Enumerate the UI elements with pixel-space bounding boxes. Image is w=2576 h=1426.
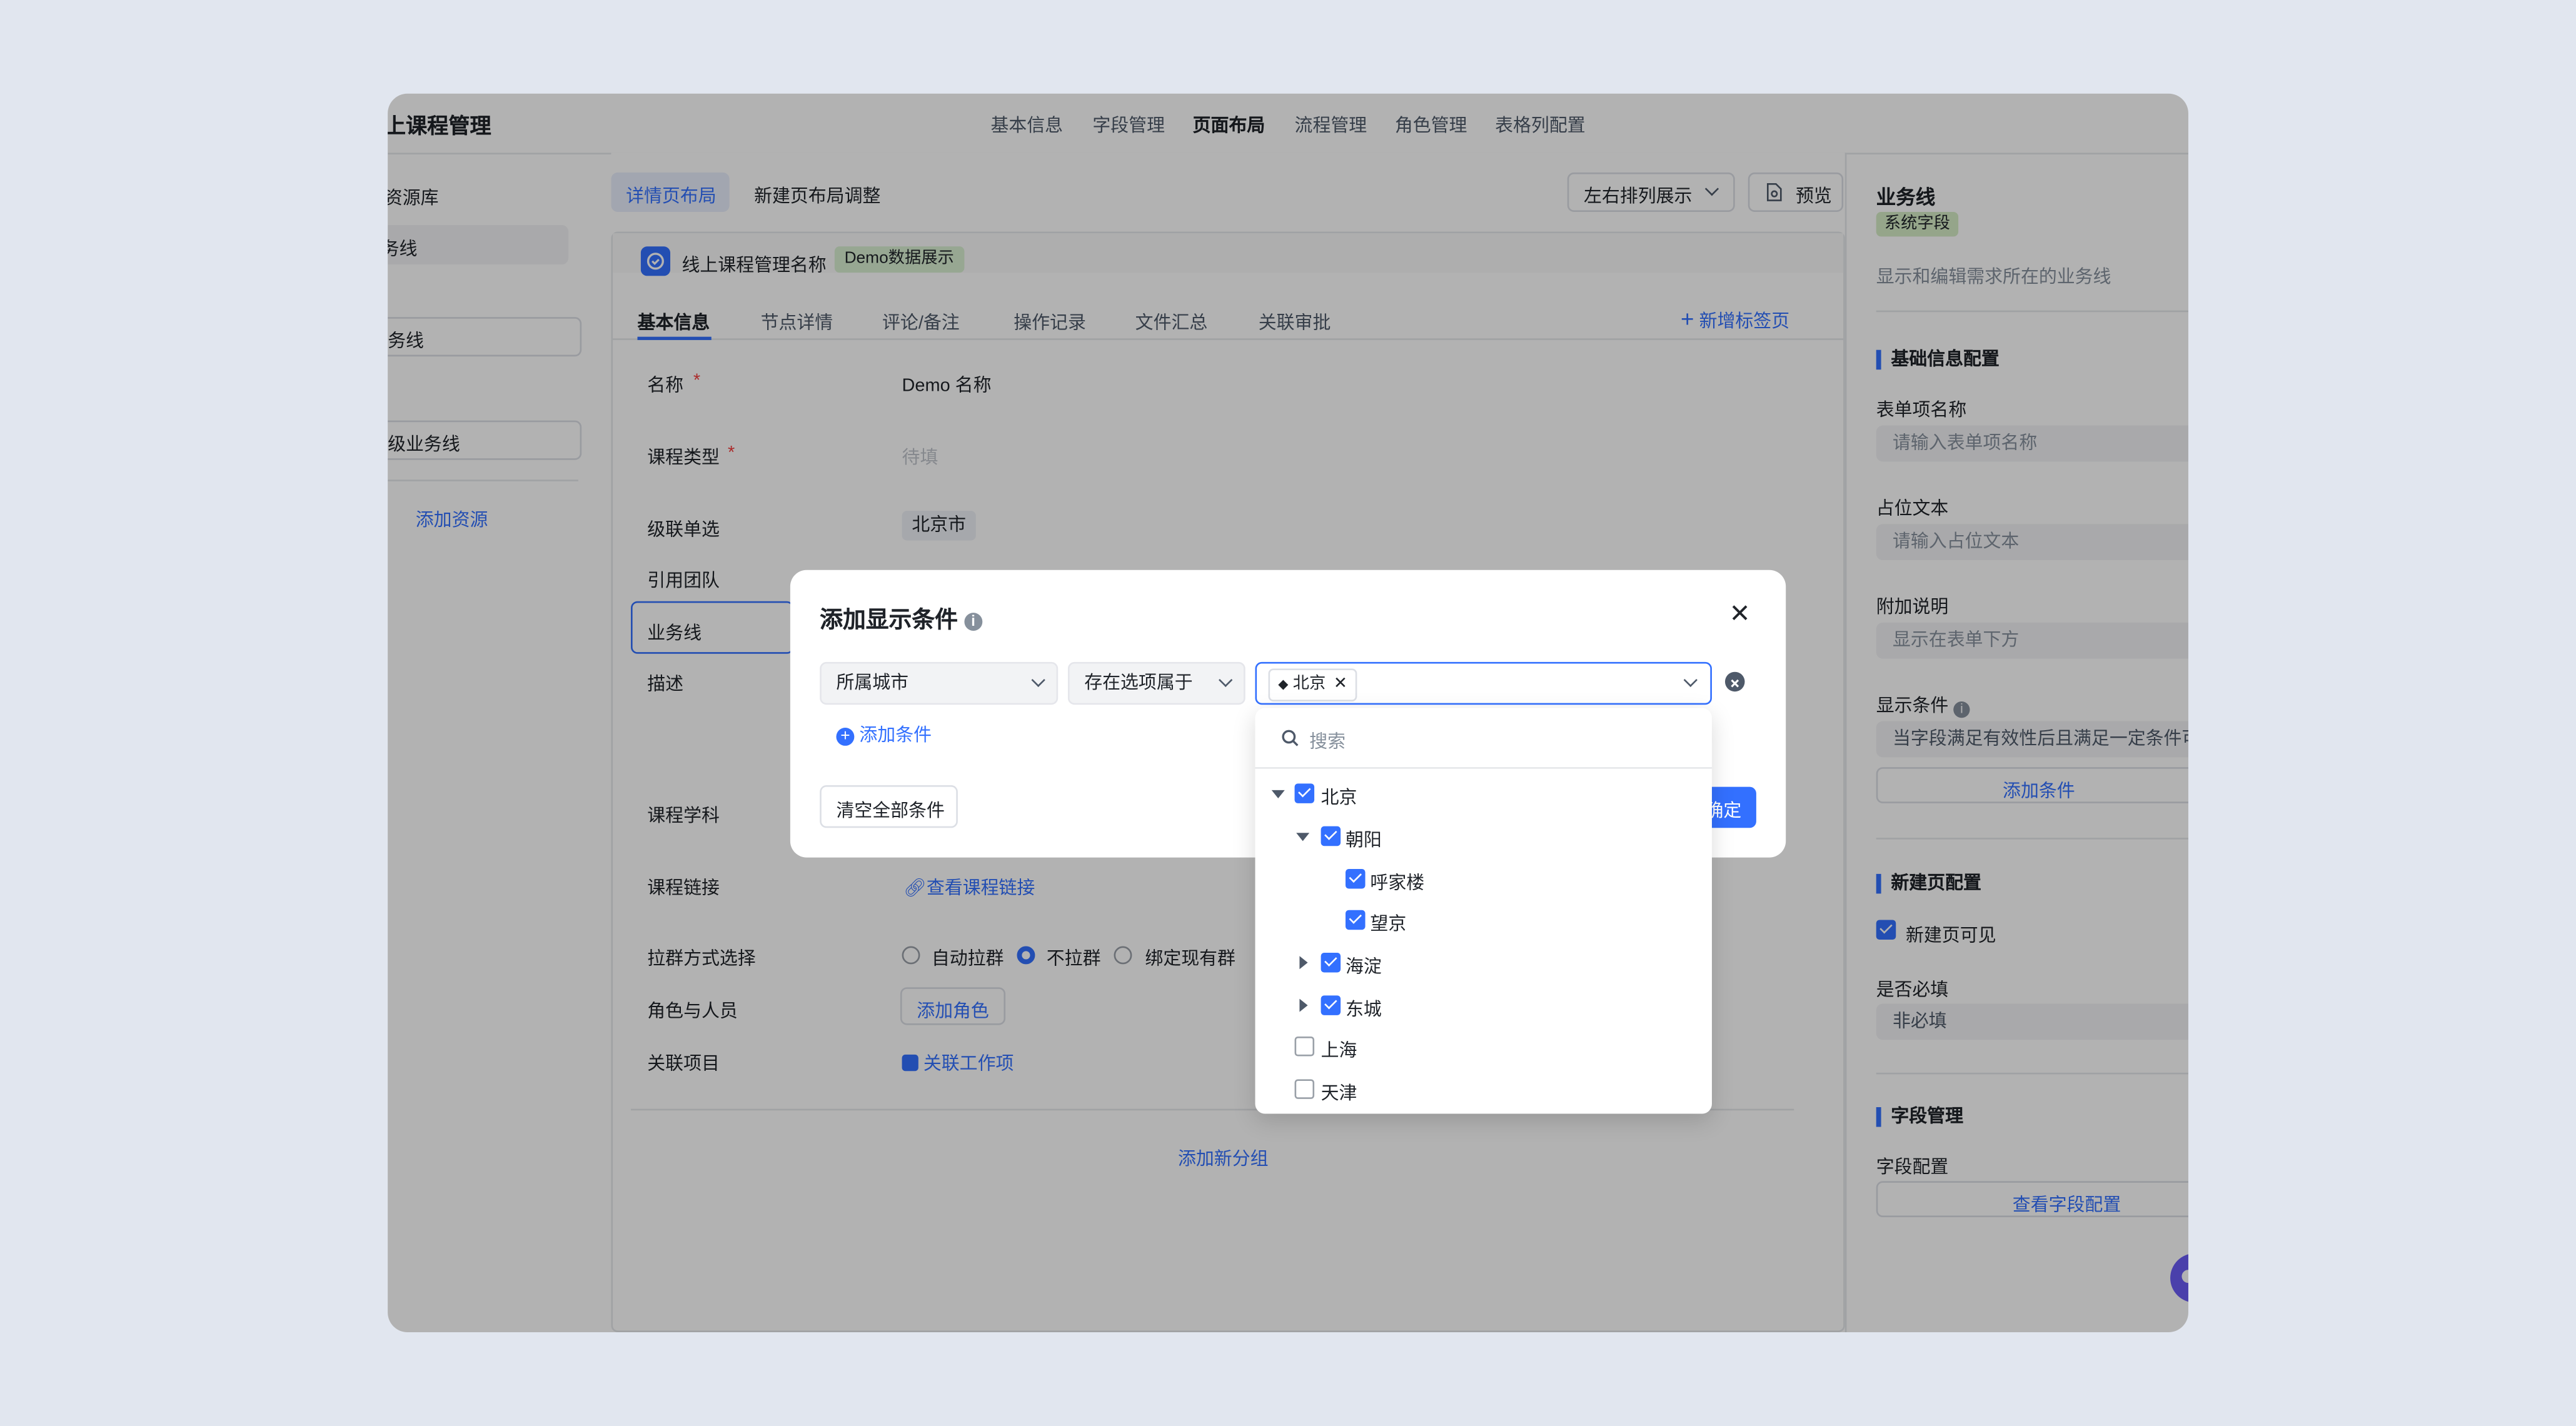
tree-node-checkbox[interactable]: [1294, 1079, 1315, 1099]
field-select-value: 所属城市: [836, 673, 909, 693]
expand-caret-icon[interactable]: [1299, 998, 1308, 1012]
chevron-down-icon: [1031, 673, 1045, 687]
modal-title: 添加显示条件 i: [820, 603, 983, 636]
operator-select-value: 存在选项属于: [1084, 673, 1193, 693]
tag-remove-icon[interactable]: ✕: [1334, 675, 1347, 693]
expand-caret-icon[interactable]: [1299, 956, 1308, 970]
field-select[interactable]: 所属城市: [820, 661, 1059, 705]
chevron-down-icon: [1219, 673, 1233, 687]
chevron-down-icon: [1683, 673, 1698, 687]
tree-node-checkbox[interactable]: [1321, 826, 1341, 846]
selected-tag: ◆ 北京 ✕: [1268, 668, 1357, 701]
collapse-caret-icon[interactable]: [1271, 790, 1285, 799]
collapse-caret-icon[interactable]: [1296, 833, 1310, 841]
plus-circle-icon: +: [836, 728, 855, 746]
tree-node-checkbox[interactable]: [1294, 783, 1315, 803]
divider: [1255, 767, 1712, 769]
search-icon: [1282, 730, 1299, 746]
value-multiselect[interactable]: ◆ 北京 ✕: [1255, 661, 1712, 705]
tree-node-hujialou[interactable]: 呼家楼: [1370, 869, 1424, 895]
tag-icon: ◆: [1278, 676, 1289, 692]
tree-node-chaoyang[interactable]: 朝阳: [1346, 826, 1382, 853]
modal-title-text: 添加显示条件: [820, 606, 958, 633]
tree-node-beijing[interactable]: 北京: [1321, 783, 1357, 810]
tree-node-checkbox[interactable]: [1321, 995, 1341, 1015]
tree-node-checkbox[interactable]: [1294, 1037, 1315, 1057]
selected-tag-label: 北京: [1292, 675, 1326, 693]
remove-condition-icon[interactable]: [1724, 671, 1745, 692]
tree-search-input[interactable]: 搜索: [1309, 728, 1346, 754]
tree-node-checkbox[interactable]: [1346, 869, 1366, 889]
add-condition-label: 添加条件: [859, 726, 932, 746]
clear-all-label: 清空全部条件: [836, 801, 945, 821]
tree-node-checkbox[interactable]: [1321, 953, 1341, 973]
add-condition-link[interactable]: + 添加条件: [836, 721, 932, 748]
tree-node-haidian[interactable]: 海淀: [1346, 953, 1382, 979]
tree-node-dongcheng[interactable]: 东城: [1346, 995, 1382, 1022]
close-icon[interactable]: [1728, 601, 1751, 625]
tree-select-dropdown: 搜索 北京 朝阳 呼家楼 望京 海淀 东城 上海 天津: [1255, 708, 1712, 1114]
tree-node-tianjin[interactable]: 天津: [1321, 1079, 1357, 1105]
tree-node-shanghai[interactable]: 上海: [1321, 1037, 1357, 1063]
tree-node-checkbox[interactable]: [1346, 910, 1366, 930]
tree-node-wangjing[interactable]: 望京: [1370, 910, 1406, 936]
clear-all-button[interactable]: 清空全部条件: [820, 785, 958, 828]
operator-select[interactable]: 存在选项属于: [1067, 661, 1245, 705]
info-icon: i: [964, 613, 983, 631]
page-root: 上课程管理 基本信息 字段管理 页面布局 流程管理 角色管理 表格列配置 资源库…: [0, 0, 2576, 1426]
